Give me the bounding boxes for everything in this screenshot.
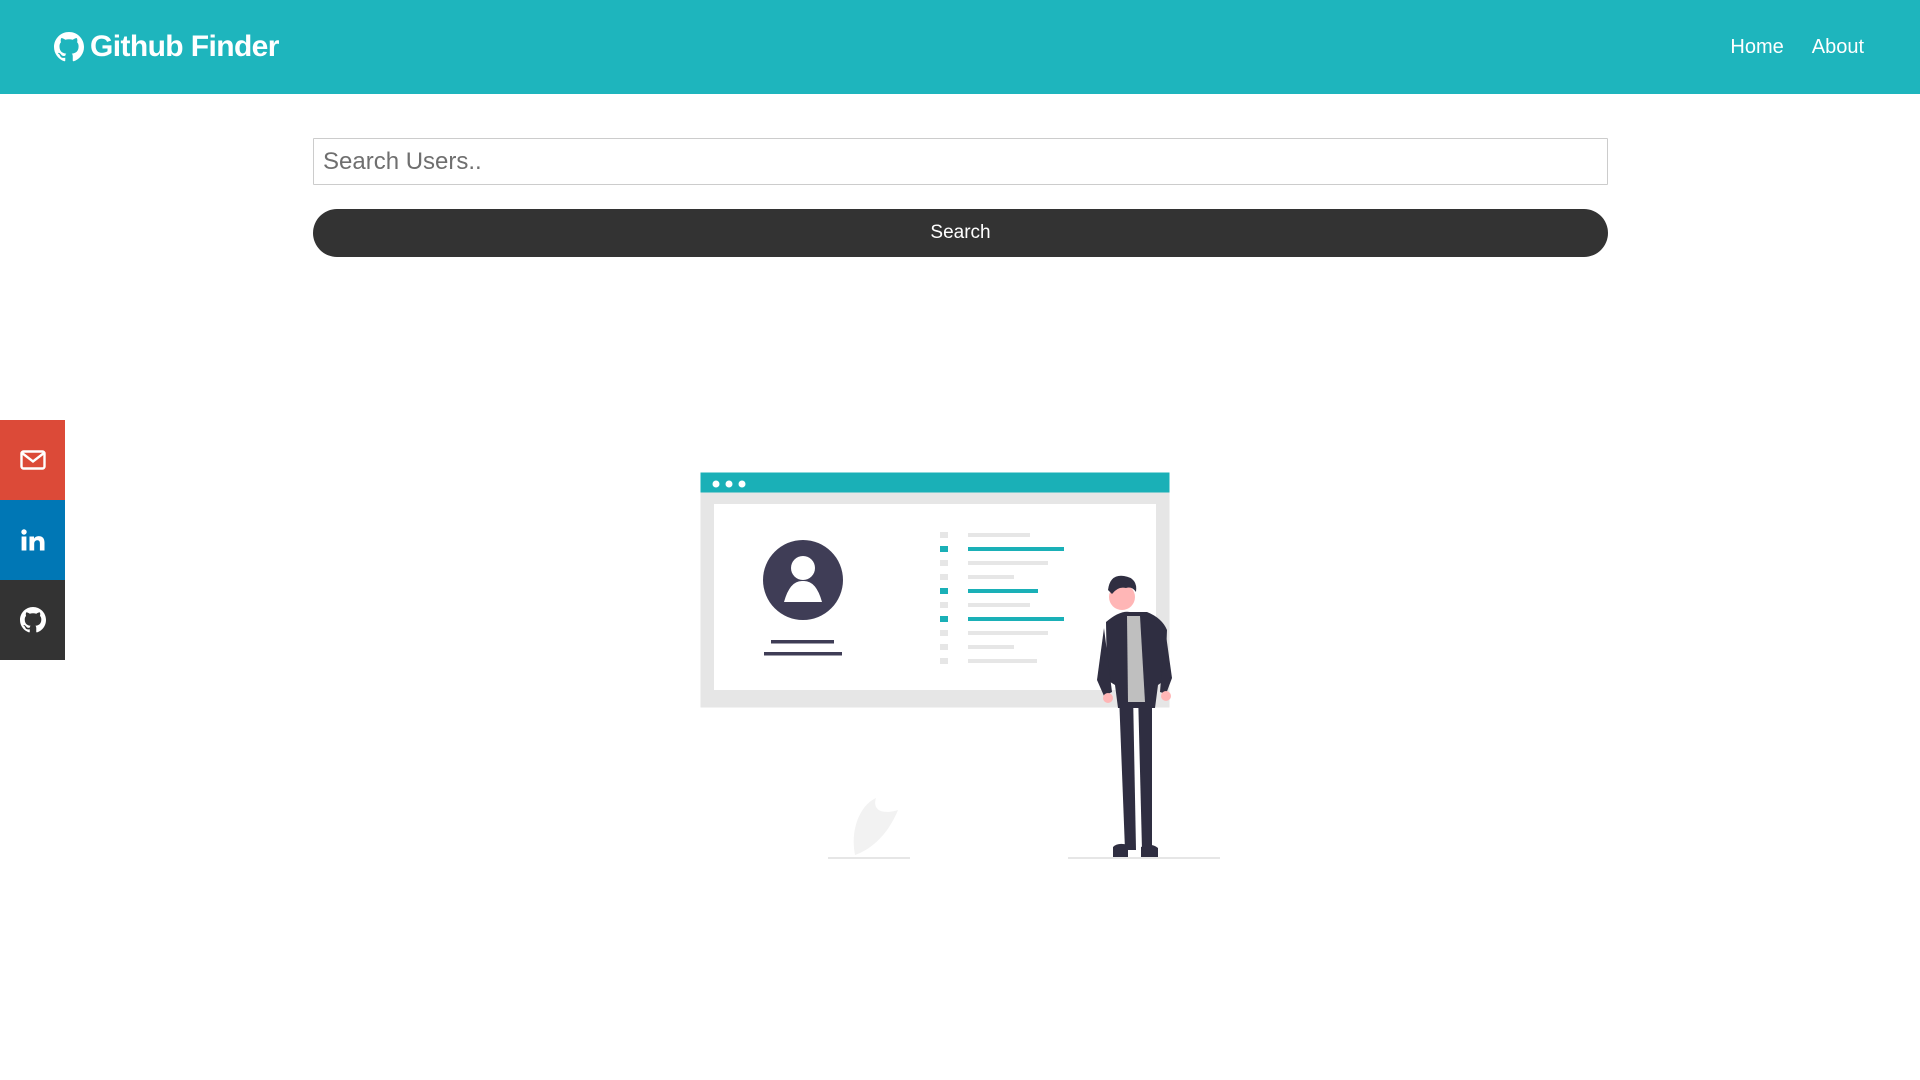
search-button[interactable]: Search (313, 209, 1608, 257)
social-bar (0, 420, 65, 660)
github-icon (54, 32, 84, 62)
nav-link-about[interactable]: About (1812, 36, 1864, 59)
brand-title: Github Finder (90, 30, 279, 63)
profile-illustration (700, 470, 1220, 862)
social-email-button[interactable] (0, 420, 65, 500)
nav-links: Home About (1730, 36, 1864, 59)
brand-link[interactable]: Github Finder (54, 30, 279, 64)
search-input[interactable] (313, 138, 1608, 185)
linkedin-icon (20, 529, 45, 551)
social-github-button[interactable] (0, 580, 65, 660)
github-icon (19, 607, 46, 633)
search-form: Search (313, 138, 1608, 257)
navbar: Github Finder Home About (0, 0, 1920, 94)
envelope-icon (19, 450, 46, 470)
social-linkedin-button[interactable] (0, 500, 65, 580)
nav-link-home[interactable]: Home (1730, 36, 1783, 59)
